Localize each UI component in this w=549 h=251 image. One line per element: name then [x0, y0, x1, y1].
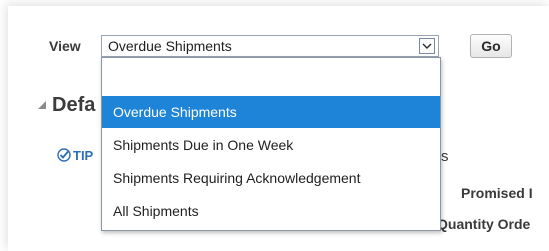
go-button[interactable]: Go: [470, 34, 512, 58]
dropdown-option-blank[interactable]: [102, 58, 440, 95]
dropdown-option-all-shipments[interactable]: All Shipments: [102, 195, 440, 227]
header-text-fragment: s: [441, 148, 449, 165]
dropdown-option-due-in-one-week[interactable]: Shipments Due in One Week: [102, 129, 440, 161]
dropdown-option-overdue-shipments[interactable]: Overdue Shipments: [102, 96, 440, 128]
tip-label: TIP: [73, 148, 94, 163]
view-dropdown-list: Overdue Shipments Shipments Due in One W…: [101, 57, 441, 231]
chevron-down-icon[interactable]: [419, 38, 435, 54]
collapse-triangle-icon[interactable]: [38, 101, 46, 109]
tip-link[interactable]: TIP: [57, 148, 93, 165]
check-icon: [57, 148, 71, 165]
column-header-quantity-ordered: Quantity Orde: [437, 216, 531, 232]
section-header[interactable]: Defa: [38, 94, 95, 117]
dropdown-option-requiring-acknowledgement[interactable]: Shipments Requiring Acknowledgement: [102, 162, 440, 194]
view-label: View: [49, 38, 81, 54]
section-title: Defa: [52, 94, 96, 116]
screen: View Overdue Shipments Go Defa TIP s Pro…: [0, 0, 549, 251]
column-header-promised: Promised I: [461, 185, 533, 201]
view-select[interactable]: Overdue Shipments: [101, 35, 439, 57]
view-select-value: Overdue Shipments: [108, 38, 232, 54]
